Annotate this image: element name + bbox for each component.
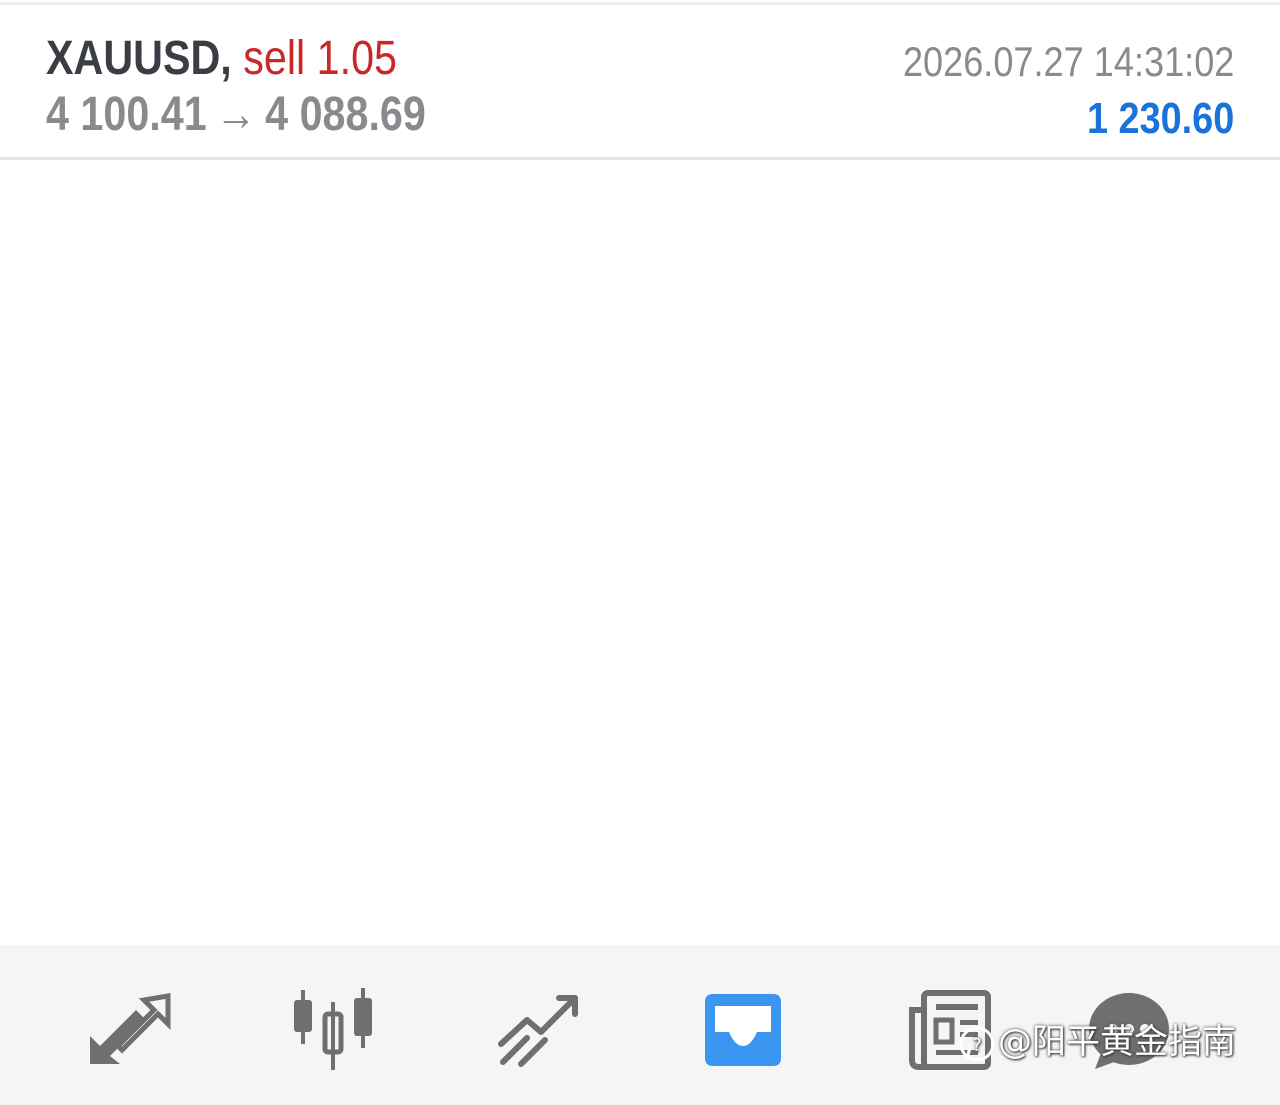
price-line: 4 100.41 → 4 088.69 bbox=[46, 87, 426, 143]
zhihu-logo-icon: ? bbox=[959, 1026, 995, 1061]
nav-quotes[interactable] bbox=[74, 975, 184, 1085]
arrow-right-icon: → bbox=[215, 88, 257, 141]
trade-tray-icon bbox=[705, 994, 781, 1066]
nav-chart[interactable] bbox=[278, 975, 388, 1085]
watermark-text: @阳平黄金指南 bbox=[998, 1022, 1236, 1062]
position-profit: 1 230.60 bbox=[1086, 94, 1234, 143]
quotes-arrows-icon bbox=[90, 993, 171, 1064]
position-title: XAUUSD, sell 1.05 bbox=[46, 31, 397, 87]
candlestick-chart-icon bbox=[294, 988, 372, 1070]
trade-screen: XAUUSD, sell 1.05 4 100.41 → 4 088.69 2026… bbox=[0, 0, 1280, 1105]
open-price: 4 100.41 bbox=[46, 88, 207, 141]
position-time: 2026.07.27 14:31:02 bbox=[902, 38, 1234, 85]
symbol-label: XAUUSD bbox=[46, 32, 221, 85]
nav-trade[interactable] bbox=[484, 975, 594, 1085]
nav-history[interactable] bbox=[688, 975, 798, 1085]
side-volume-label: sell 1.05 bbox=[243, 32, 398, 85]
svg-text:?: ? bbox=[972, 1035, 982, 1056]
symbol-separator: , bbox=[220, 32, 232, 85]
watermark: ? @阳平黄金指南 bbox=[958, 1020, 1236, 1064]
current-price: 4 088.69 bbox=[265, 88, 426, 141]
position-row[interactable]: XAUUSD, sell 1.05 4 100.41 → 4 088.69 2026… bbox=[0, 5, 1280, 160]
trend-line-icon bbox=[498, 995, 578, 1067]
